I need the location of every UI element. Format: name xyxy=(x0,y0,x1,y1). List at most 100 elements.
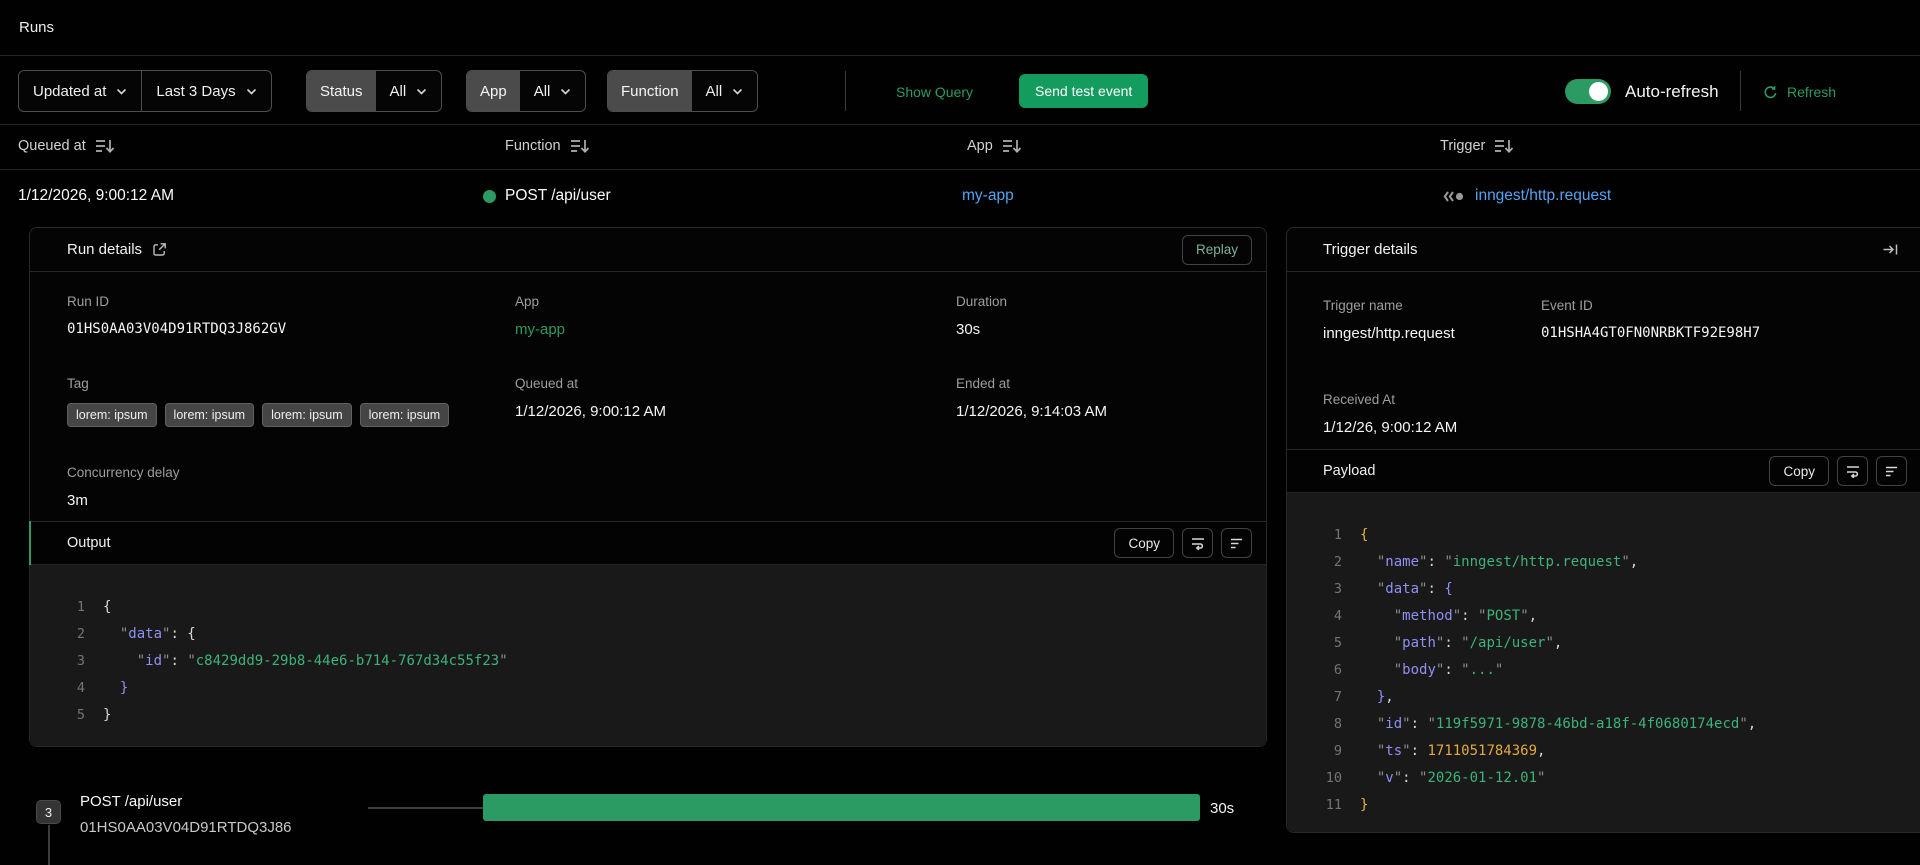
code-line: 3 "id": "c8429dd9-29b8-44e6-b714-767d34c… xyxy=(60,647,1266,674)
line-number: 5 xyxy=(1333,634,1342,651)
payload-code-block[interactable]: 1{2 "name": "inngest/http.request", 3 "da… xyxy=(1287,493,1920,832)
filter-bar: Updated at Last 3 Days Status All App Al… xyxy=(0,57,1920,125)
row-function[interactable]: POST /api/user xyxy=(483,187,611,205)
line-number: 8 xyxy=(1333,715,1342,732)
sort-time-filter: Updated at Last 3 Days xyxy=(18,70,272,112)
timeline-step-name: POST /api/user xyxy=(80,793,183,810)
app-filter-value: All xyxy=(533,82,551,100)
line-number: 7 xyxy=(1333,688,1342,705)
column-header-function[interactable]: Function xyxy=(505,138,590,154)
runs-table-header: Queued at Function App Trigger xyxy=(0,126,1920,170)
function-filter: Function All xyxy=(607,70,759,112)
wrap-text-button[interactable] xyxy=(1837,456,1868,486)
line-number: 5 xyxy=(76,706,85,723)
trigger-details-header: Trigger details xyxy=(1287,228,1920,272)
code-line: 8 "id": "119f5971-9878-46bd-a18f-4f06801… xyxy=(1317,710,1920,737)
duration-value: 30s xyxy=(956,321,981,338)
function-filter-dropdown[interactable]: All xyxy=(692,71,758,111)
tag-chip: lorem: ipsum xyxy=(67,403,157,427)
status-dot-icon xyxy=(483,189,496,203)
auto-refresh-toggle[interactable] xyxy=(1565,79,1611,104)
code-line: 11} xyxy=(1317,791,1920,818)
line-number: 10 xyxy=(1325,769,1342,786)
column-label: App xyxy=(967,138,993,154)
row-app-link[interactable]: my-app xyxy=(962,187,1014,205)
function-filter-label: Function xyxy=(608,71,692,111)
ended-at-value: 1/12/2026, 9:14:03 AM xyxy=(956,403,1107,420)
external-link-icon[interactable] xyxy=(152,242,167,257)
time-range-dropdown[interactable]: Last 3 Days xyxy=(142,71,270,111)
output-header: Output Copy xyxy=(29,521,1266,565)
line-number: 1 xyxy=(1333,526,1342,543)
align-left-button[interactable] xyxy=(1221,528,1252,558)
code-line: 3 "data": { xyxy=(1317,575,1920,602)
timeline-connector-line xyxy=(48,825,50,865)
status-filter-value: All xyxy=(389,82,407,100)
field-trigger-name: Trigger name inngest/http.request xyxy=(1323,298,1541,356)
align-left-icon xyxy=(1885,466,1897,477)
code-line: 7 }, xyxy=(1317,683,1920,710)
replay-button[interactable]: Replay xyxy=(1181,234,1252,265)
tag-chip: lorem: ipsum xyxy=(262,403,352,427)
app-filter: App All xyxy=(466,70,587,112)
payload-header: Payload Copy xyxy=(1287,449,1920,493)
refresh-label: Refresh xyxy=(1787,84,1837,100)
run-details-panel: Run details Replay Run ID 01HS0AA03V04D9… xyxy=(29,227,1267,747)
column-header-app[interactable]: App xyxy=(967,138,1022,154)
code-line: 1{ xyxy=(1317,521,1920,548)
divider xyxy=(1740,71,1741,111)
page-title: Runs xyxy=(19,19,55,36)
chevron-down-icon xyxy=(117,88,127,95)
code-line: 5} xyxy=(60,701,1266,728)
field-received-at: Received At 1/12/26, 9:00:12 AM xyxy=(1323,392,1541,450)
toggle-knob xyxy=(1589,82,1608,101)
sort-field-dropdown[interactable]: Updated at xyxy=(19,71,141,111)
received-at-value: 1/12/26, 9:00:12 AM xyxy=(1323,418,1458,436)
row-queued-at: 1/12/2026, 9:00:12 AM xyxy=(18,187,174,204)
timeline-duration-bar[interactable] xyxy=(483,794,1200,821)
step-count-badge[interactable]: 3 xyxy=(36,800,61,824)
refresh-icon xyxy=(1764,85,1777,98)
field-concurrency-delay: Concurrency delay 3m xyxy=(67,465,515,521)
column-header-trigger[interactable]: Trigger xyxy=(1440,138,1514,154)
table-row[interactable]: 1/12/2026, 9:00:12 AM POST /api/user my-… xyxy=(0,170,1920,227)
line-number: 2 xyxy=(1333,553,1342,570)
column-header-queued-at[interactable]: Queued at xyxy=(18,138,115,154)
wrap-text-icon xyxy=(1191,538,1204,550)
tag-chips: lorem: ipsum lorem: ipsum lorem: ipsum lore… xyxy=(67,403,515,427)
code-line: 2 "data": { xyxy=(60,620,1266,647)
status-filter: Status All xyxy=(306,70,443,112)
top-bar: Runs xyxy=(0,0,1920,56)
show-query-link[interactable]: Show Query xyxy=(896,84,973,100)
payload-title: Payload xyxy=(1323,463,1376,479)
copy-button[interactable]: Copy xyxy=(1114,528,1174,558)
column-label: Function xyxy=(505,138,561,154)
concurrency-delay-value: 3m xyxy=(67,492,88,509)
queued-at-value: 1/12/2026, 9:00:12 AM xyxy=(515,403,666,420)
output-code-block[interactable]: 1{2 "data": {3 "id": "c8429dd9-29b8-44e6… xyxy=(30,565,1266,746)
align-left-button[interactable] xyxy=(1876,456,1907,486)
field-event-id: Event ID 01HSHA4GT0FN0NRBKTF92E98H7 xyxy=(1541,298,1920,356)
app-filter-dropdown[interactable]: All xyxy=(520,71,586,111)
function-name: POST /api/user xyxy=(505,187,611,204)
sort-field-value: Updated at xyxy=(33,82,107,100)
field-label: Concurrency delay xyxy=(67,465,180,480)
code-line: 9 "ts": 1711051784369, xyxy=(1317,737,1920,764)
row-trigger-link[interactable]: inngest/http.request xyxy=(1443,187,1611,205)
copy-button[interactable]: Copy xyxy=(1769,456,1829,486)
code-line: 1{ xyxy=(60,593,1266,620)
line-number: 6 xyxy=(1333,661,1342,678)
field-label: Tag xyxy=(67,376,89,391)
app-link[interactable]: my-app xyxy=(515,321,956,338)
app-filter-label: App xyxy=(467,71,520,111)
run-details-grid: Run ID 01HS0AA03V04D91RTDQ3J862GV App my… xyxy=(30,272,1266,521)
wrap-text-button[interactable] xyxy=(1182,528,1213,558)
collapse-panel-icon[interactable] xyxy=(1882,242,1899,257)
refresh-button[interactable]: Refresh xyxy=(1763,84,1836,100)
send-test-event-button[interactable]: Send test event xyxy=(1019,74,1149,108)
run-details-title: Run details xyxy=(67,241,143,258)
field-run-id: Run ID 01HS0AA03V04D91RTDQ3J862GV xyxy=(67,294,515,350)
field-label: Ended at xyxy=(956,376,1011,391)
trigger-name: inngest/http.request xyxy=(1475,187,1612,204)
status-filter-dropdown[interactable]: All xyxy=(376,71,442,111)
